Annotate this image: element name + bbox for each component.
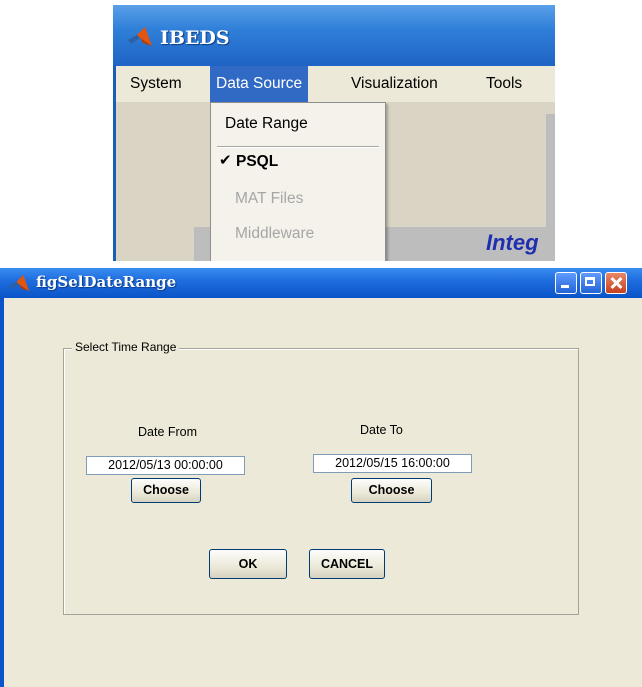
date-to-field[interactable]: 2012/05/15 16:00:00 [313,454,472,473]
choose-to-button[interactable]: Choose [351,478,432,503]
date-range-dialog: figSelDateRange Select Time Range Date F… [0,268,642,687]
app-banner-text: Integ [486,230,539,255]
date-from-label: Date From [138,425,198,439]
dialog-title: figSelDateRange [36,273,177,291]
close-icon[interactable] [605,272,627,294]
window-frame [0,298,4,687]
data-source-dropdown: Date Range ✔ PSQL MAT Files Middleware [210,102,386,261]
menu-bar: System Data Source Visualization Tools [116,66,555,103]
menuitem-mat-files: MAT Files [235,190,304,207]
menu-visualization[interactable]: Visualization [345,66,444,102]
cancel-button[interactable]: CANCEL [309,549,385,579]
ok-button[interactable]: OK [209,549,287,579]
gray-panel-right [546,114,555,234]
maximize-icon[interactable] [580,272,602,294]
menuitem-date-range[interactable]: Date Range [225,115,399,133]
menu-separator [217,146,379,148]
menu-data-source[interactable]: Data Source [210,66,309,102]
ibeds-window: IBEDS System Data Source Visualization T… [113,5,555,261]
menu-system[interactable]: System [124,66,188,102]
date-from-field[interactable]: 2012/05/13 00:00:00 [86,456,245,475]
menuitem-psql[interactable]: PSQL [236,153,410,171]
matlab-logo-icon [128,27,152,46]
choose-from-button[interactable]: Choose [131,478,201,503]
date-to-label: Date To [360,423,403,437]
dialog-title-bar: figSelDateRange [0,268,642,298]
matlab-logo-icon [8,275,30,292]
minimize-icon[interactable] [555,272,577,294]
menuitem-middleware: Middleware [235,225,315,242]
ibeds-title: IBEDS [160,27,230,49]
group-label: Select Time Range [72,340,180,354]
ibeds-title-bar: IBEDS [113,5,555,66]
checkmark-icon: ✔ [219,152,232,169]
menu-tools[interactable]: Tools [480,66,528,102]
